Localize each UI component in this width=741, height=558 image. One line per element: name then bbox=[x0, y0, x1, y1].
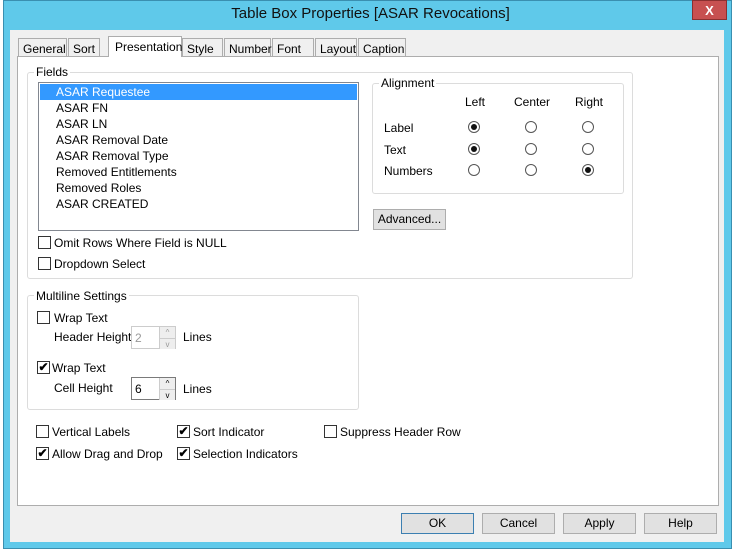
tab-caption[interactable]: Caption bbox=[358, 38, 406, 57]
numbers-right-radio[interactable] bbox=[582, 164, 594, 176]
header-height-value: 2 bbox=[135, 331, 142, 345]
window-title: Table Box Properties [ASAR Revocations] bbox=[231, 5, 510, 22]
tab-font[interactable]: Font bbox=[272, 38, 314, 57]
list-item[interactable]: ASAR LN bbox=[40, 116, 357, 132]
sort-indicator-label: Sort Indicator bbox=[193, 425, 265, 439]
omit-null-checkbox[interactable] bbox=[38, 236, 51, 249]
dropdown-select-checkbox[interactable] bbox=[38, 257, 51, 270]
apply-button[interactable]: Apply bbox=[563, 513, 636, 534]
col-right: Right bbox=[575, 95, 604, 109]
list-item[interactable]: ASAR CREATED bbox=[40, 196, 357, 212]
header-lines-label: Lines bbox=[183, 330, 212, 344]
cancel-button[interactable]: Cancel bbox=[482, 513, 555, 534]
row-numbers: Numbers bbox=[384, 164, 433, 178]
selection-indicators-label: Selection Indicators bbox=[193, 447, 298, 461]
list-item[interactable]: ASAR Removal Type bbox=[40, 148, 357, 164]
suppress-header-checkbox[interactable] bbox=[324, 425, 337, 438]
tab-style[interactable]: Style bbox=[182, 38, 223, 57]
list-item[interactable]: ASAR Removal Date bbox=[40, 132, 357, 148]
header-wrap-label: Wrap Text bbox=[54, 311, 108, 325]
header-wrap-checkbox[interactable] bbox=[37, 311, 50, 324]
vertical-labels-checkbox[interactable] bbox=[36, 425, 49, 438]
chevron-up-icon[interactable]: ^ bbox=[159, 378, 175, 389]
text-right-radio[interactable] bbox=[582, 143, 594, 155]
cell-wrap-checkbox[interactable]: ✔ bbox=[37, 361, 50, 374]
multiline-label: Multiline Settings bbox=[34, 289, 129, 303]
list-item[interactable]: Removed Roles bbox=[40, 180, 357, 196]
omit-null-label: Omit Rows Where Field is NULL bbox=[54, 236, 227, 250]
cell-lines-label: Lines bbox=[183, 382, 212, 396]
alignment-label: Alignment bbox=[379, 76, 437, 90]
tab-sort[interactable]: Sort bbox=[68, 38, 100, 57]
fields-label: Fields bbox=[34, 65, 71, 79]
tab-general[interactable]: General bbox=[18, 38, 67, 57]
row-text: Text bbox=[384, 143, 407, 157]
sort-indicator-checkbox[interactable]: ✔ bbox=[177, 425, 190, 438]
fields-list[interactable]: ASAR Requestee ASAR FN ASAR LN ASAR Remo… bbox=[38, 82, 359, 231]
numbers-left-radio[interactable] bbox=[468, 164, 480, 176]
chevron-down-icon[interactable]: v bbox=[159, 338, 175, 349]
tab-layout[interactable]: Layout bbox=[315, 38, 357, 57]
numbers-center-radio[interactable] bbox=[525, 164, 537, 176]
cell-height-label: Cell Height bbox=[54, 381, 113, 395]
list-item[interactable]: ASAR Requestee bbox=[40, 84, 357, 100]
dropdown-select-label: Dropdown Select bbox=[54, 257, 146, 271]
ok-button[interactable]: OK bbox=[401, 513, 474, 534]
suppress-header-label: Suppress Header Row bbox=[340, 425, 461, 439]
close-button[interactable]: X bbox=[692, 0, 727, 20]
text-center-radio[interactable] bbox=[525, 143, 537, 155]
row-label: Label bbox=[384, 121, 414, 135]
chevron-down-icon[interactable]: v bbox=[159, 389, 175, 400]
cell-height-stepper[interactable]: 6 ^ v bbox=[131, 377, 176, 400]
label-right-radio[interactable] bbox=[582, 121, 594, 133]
label-center-radio[interactable] bbox=[525, 121, 537, 133]
col-left: Left bbox=[465, 95, 486, 109]
list-item[interactable]: ASAR FN bbox=[40, 100, 357, 116]
tab-number[interactable]: Number bbox=[224, 38, 272, 57]
cell-wrap-label: Wrap Text bbox=[52, 361, 106, 375]
header-height-label: Header Height bbox=[54, 330, 132, 344]
help-button[interactable]: Help bbox=[644, 513, 717, 534]
label-left-radio[interactable] bbox=[468, 121, 480, 133]
drag-drop-label: Allow Drag and Drop bbox=[52, 447, 163, 461]
header-height-stepper[interactable]: 2 ^ v bbox=[131, 326, 176, 349]
advanced-button[interactable]: Advanced... bbox=[373, 209, 446, 230]
cell-height-value: 6 bbox=[135, 382, 142, 396]
vertical-labels-label: Vertical Labels bbox=[52, 425, 131, 439]
selection-indicators-checkbox[interactable]: ✔ bbox=[177, 447, 190, 460]
drag-drop-checkbox[interactable]: ✔ bbox=[36, 447, 49, 460]
chevron-up-icon[interactable]: ^ bbox=[159, 327, 175, 338]
col-center: Center bbox=[514, 95, 551, 109]
text-left-radio[interactable] bbox=[468, 143, 480, 155]
list-item[interactable]: Removed Entitlements bbox=[40, 164, 357, 180]
tab-presentation[interactable]: Presentation bbox=[108, 36, 182, 57]
